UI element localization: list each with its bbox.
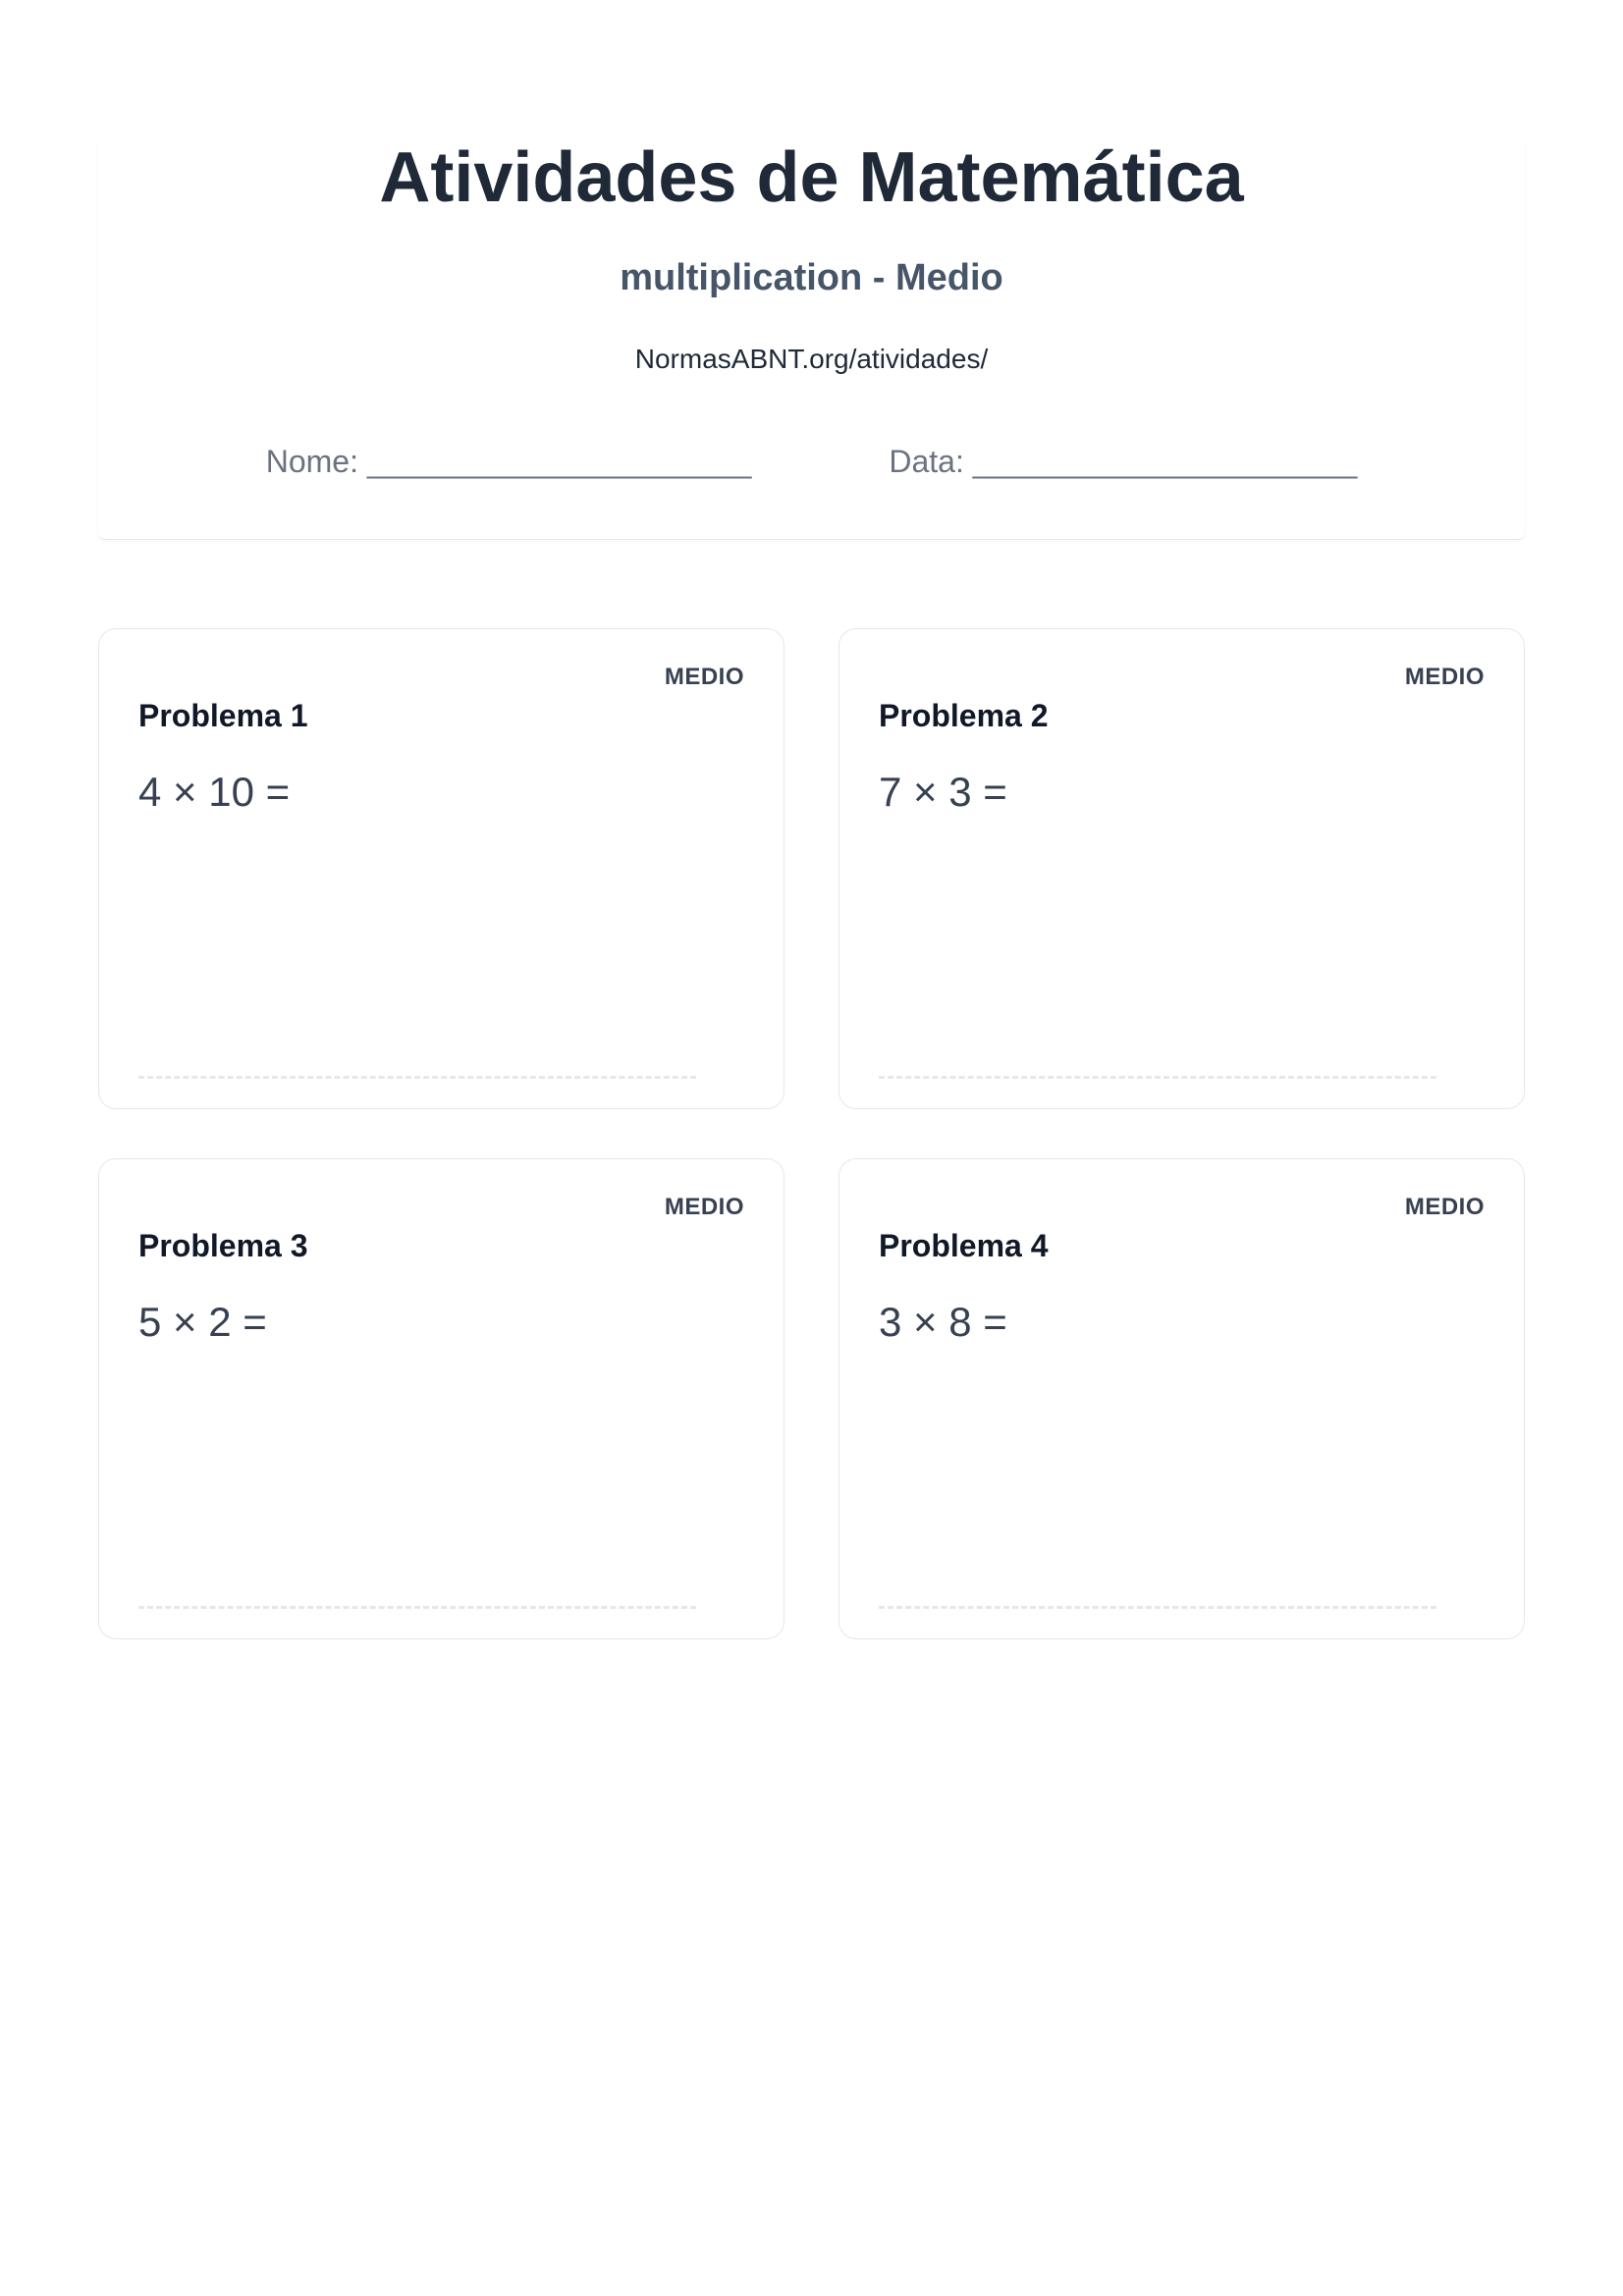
difficulty-badge: MEDIO [665, 1194, 744, 1221]
problem-card: MEDIO Problema 1 4 × 10 = [98, 628, 784, 1109]
problem-label: Problema 1 [138, 698, 744, 734]
answer-line [879, 1076, 1436, 1079]
problem-card: MEDIO Problema 4 3 × 8 = [839, 1158, 1525, 1639]
answer-line [138, 1076, 696, 1079]
problem-label: Problema 3 [138, 1228, 744, 1264]
problem-label: Problema 2 [879, 698, 1485, 734]
problem-expression: 5 × 2 = [138, 1299, 744, 1346]
problem-expression: 3 × 8 = [879, 1299, 1485, 1346]
difficulty-badge: MEDIO [1405, 1194, 1485, 1221]
page-title: Atividades de Matemática [98, 137, 1525, 218]
date-field: Data: ______________________ [889, 444, 1357, 480]
problems-grid: MEDIO Problema 1 4 × 10 = MEDIO Problema… [98, 628, 1525, 1639]
difficulty-badge: MEDIO [1405, 664, 1485, 691]
worksheet-header: Atividades de Matemática multiplication … [98, 137, 1525, 540]
answer-line [879, 1606, 1436, 1609]
problem-label: Problema 4 [879, 1228, 1485, 1264]
difficulty-badge: MEDIO [665, 664, 744, 691]
problem-card: MEDIO Problema 2 7 × 3 = [839, 628, 1525, 1109]
student-fields: Nome: ______________________ Data: _____… [98, 444, 1525, 480]
problem-expression: 7 × 3 = [879, 769, 1485, 816]
problem-card: MEDIO Problema 3 5 × 2 = [98, 1158, 784, 1639]
answer-line [138, 1606, 696, 1609]
source-url: NormasABNT.org/atividades/ [98, 344, 1525, 375]
page-subtitle: multiplication - Medio [98, 257, 1525, 299]
name-field: Nome: ______________________ [266, 444, 752, 480]
problem-expression: 4 × 10 = [138, 769, 744, 816]
